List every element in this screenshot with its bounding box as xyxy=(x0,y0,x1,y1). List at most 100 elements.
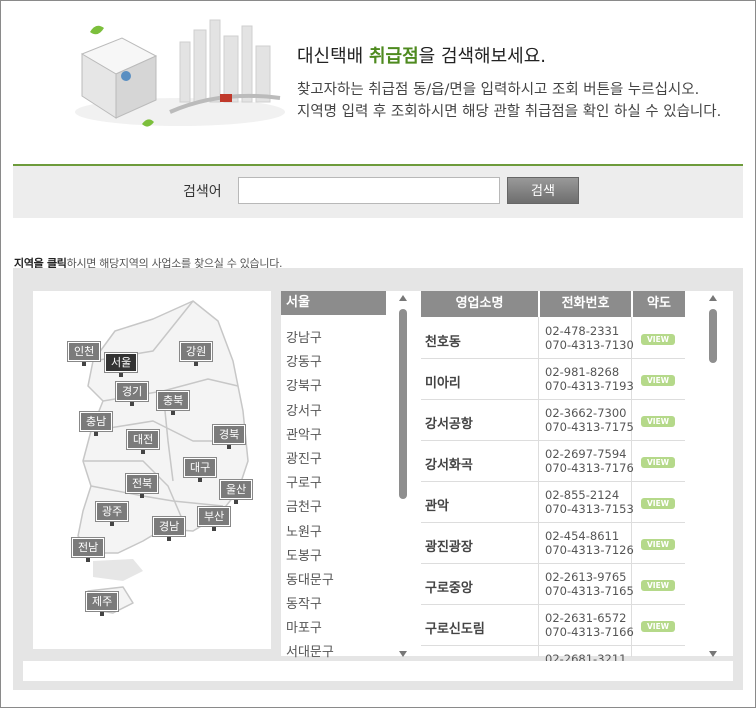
phone-line: 02-2697-7594 xyxy=(545,447,627,461)
map-region-gwangju[interactable]: 광주 xyxy=(96,502,129,526)
district-item[interactable]: 강서구 xyxy=(286,400,334,424)
search-label: 검색어 xyxy=(183,184,222,200)
district-item[interactable]: 구로구 xyxy=(286,472,334,496)
phone-line: 070-4313-7126 xyxy=(545,543,634,557)
intro-title: 대신택배 취급점을 검색해보세요. xyxy=(297,46,547,67)
box-city-illustration xyxy=(75,19,285,127)
office-name[interactable]: 관악 xyxy=(425,495,449,514)
panel-footer xyxy=(23,661,733,681)
map-region-seoul[interactable]: 서울 xyxy=(105,353,138,377)
phone-line: 02-454-8611 xyxy=(545,529,620,543)
view-map-button[interactable]: VIEW xyxy=(641,334,675,345)
title-highlight: 취급점 xyxy=(368,46,419,67)
intro-line-1: 찾고자하는 취급점 동/읍/면을 입력하시고 조회 버튼을 누르십시오. xyxy=(297,82,700,98)
scroll-down-icon[interactable] xyxy=(399,651,407,657)
col-map: 약도 xyxy=(633,291,685,317)
row-divider xyxy=(421,645,685,646)
office-name[interactable]: 광진광장 xyxy=(425,536,473,555)
office-name[interactable]: 구로신도림 xyxy=(425,618,485,637)
col-phone: 전화번호 xyxy=(540,291,631,317)
row-divider xyxy=(421,522,685,523)
scroll-thumb[interactable] xyxy=(399,309,407,499)
phone-line: 02-478-2331 xyxy=(545,324,620,338)
office-phone: 02-2697-7594 070-4313-7176 xyxy=(545,447,634,475)
intro-line-2: 지역명 입력 후 조회하시면 해당 관할 취급점을 확인 하실 수 있습니다. xyxy=(297,104,722,120)
view-map-button[interactable]: VIEW xyxy=(641,457,675,468)
view-map-button[interactable]: VIEW xyxy=(641,580,675,591)
office-phone: 02-855-2124 070-4313-7153 xyxy=(545,488,634,516)
row-divider xyxy=(421,358,685,359)
district-scrollbar[interactable] xyxy=(399,295,409,657)
map-region-jeonbuk[interactable]: 전북 xyxy=(126,474,159,498)
map-region-gangwon[interactable]: 강원 xyxy=(180,342,213,366)
phone-line: 070-4313-7193 xyxy=(545,379,634,393)
district-header: 서울 xyxy=(281,291,386,315)
map-region-gyeonggi[interactable]: 경기 xyxy=(116,382,149,406)
phone-line: 070-4313-7175 xyxy=(545,420,634,434)
district-item[interactable]: 강동구 xyxy=(286,351,334,375)
map-region-jeonnam[interactable]: 전남 xyxy=(72,538,105,562)
phone-line: 02-2613-9765 xyxy=(545,570,627,584)
scroll-up-icon[interactable] xyxy=(399,295,407,301)
row-divider xyxy=(421,563,685,564)
row-divider xyxy=(421,604,685,605)
view-map-button[interactable]: VIEW xyxy=(641,498,675,509)
view-map-button[interactable]: VIEW xyxy=(641,375,675,386)
district-item[interactable]: 금천구 xyxy=(286,496,334,520)
district-list: 강남구 강동구 강북구 강서구 관악구 광진구 구로구 금천구 노원구 도봉구 동대문구 동작구 마포구… xyxy=(286,327,334,666)
view-map-button[interactable]: VIEW xyxy=(641,539,675,550)
district-item[interactable]: 강북구 xyxy=(286,375,334,399)
column-divider xyxy=(538,317,539,657)
office-phone: 02-478-2331 070-4313-7130 xyxy=(545,324,634,352)
office-name[interactable]: 미아리 xyxy=(425,372,461,391)
phone-line: 02-2631-6572 xyxy=(545,611,627,625)
map-region-incheon[interactable]: 인천 xyxy=(68,342,101,366)
phone-line: 070-4313-7130 xyxy=(545,338,634,352)
scroll-up-icon[interactable] xyxy=(709,295,717,301)
office-name[interactable]: 강서화곡 xyxy=(425,454,473,473)
district-item[interactable]: 도봉구 xyxy=(286,545,334,569)
office-phone: 02-2631-6572 070-4313-7166 xyxy=(545,611,634,639)
map-region-gyeongbuk[interactable]: 경북 xyxy=(213,425,246,449)
district-item[interactable]: 관악구 xyxy=(286,424,334,448)
search-input[interactable] xyxy=(238,177,500,204)
map-region-gyeongnam[interactable]: 경남 xyxy=(153,517,186,541)
office-phone: 02-981-8268 070-4313-7193 xyxy=(545,365,634,393)
office-name[interactable]: 구로중앙 xyxy=(425,577,473,596)
office-phone: 02-2613-9765 070-4313-7165 xyxy=(545,570,634,598)
office-phone: 02-3662-7300 070-4313-7175 xyxy=(545,406,634,434)
district-item[interactable]: 강남구 xyxy=(286,327,334,351)
map-region-jeju[interactable]: 제주 xyxy=(86,592,119,616)
phone-line: 070-4313-7176 xyxy=(545,461,634,475)
map-region-chungnam[interactable]: 충남 xyxy=(80,412,113,436)
phone-line: 02-855-2124 xyxy=(545,488,620,502)
phone-line: 02-3662-7300 xyxy=(545,406,627,420)
row-divider xyxy=(421,440,685,441)
district-item[interactable]: 동작구 xyxy=(286,593,334,617)
phone-line: 070-4313-7153 xyxy=(545,502,634,516)
phone-line: 02-981-8268 xyxy=(545,365,620,379)
office-name[interactable]: 강서공항 xyxy=(425,413,473,432)
row-divider xyxy=(421,481,685,482)
office-scrollbar[interactable] xyxy=(709,295,719,657)
phone-line: 070-4313-7165 xyxy=(545,584,634,598)
office-name[interactable]: 천호동 xyxy=(425,331,461,350)
office-phone: 02-454-8611 070-4313-7126 xyxy=(545,529,634,557)
map-region-daejeon[interactable]: 대전 xyxy=(127,430,160,454)
district-item[interactable]: 마포구 xyxy=(286,617,334,641)
view-map-button[interactable]: VIEW xyxy=(641,416,675,427)
search-button[interactable]: 검색 xyxy=(507,177,579,204)
map-region-ulsan[interactable]: 울산 xyxy=(220,480,253,504)
scroll-down-icon[interactable] xyxy=(709,651,717,657)
map-region-chungbuk[interactable]: 충북 xyxy=(157,391,190,415)
row-divider xyxy=(421,399,685,400)
district-item[interactable]: 동대문구 xyxy=(286,569,334,593)
phone-line: 070-4313-7166 xyxy=(545,625,634,639)
scroll-thumb[interactable] xyxy=(709,309,717,363)
map-region-daegu[interactable]: 대구 xyxy=(184,458,217,482)
map-region-busan[interactable]: 부산 xyxy=(198,507,231,531)
district-item[interactable]: 광진구 xyxy=(286,448,334,472)
view-map-button[interactable]: VIEW xyxy=(641,621,675,632)
district-item[interactable]: 노원구 xyxy=(286,521,334,545)
col-office-name: 영업소명 xyxy=(421,291,538,317)
